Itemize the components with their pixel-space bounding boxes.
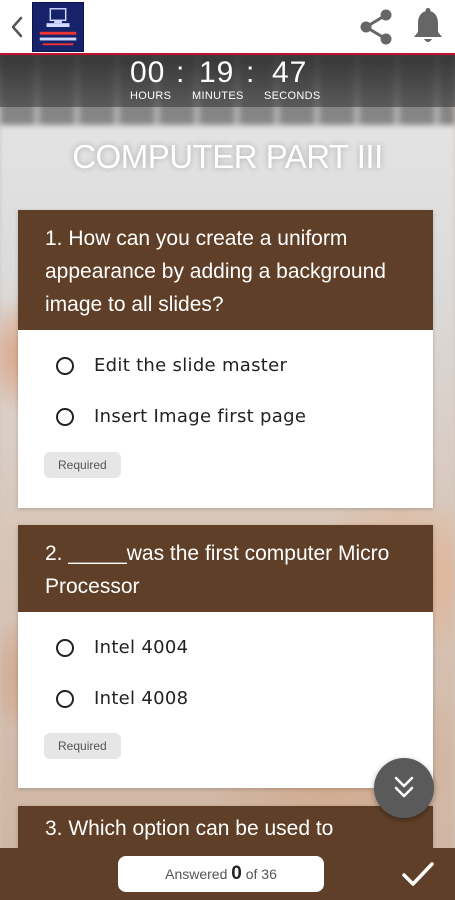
scroll-down-button[interactable] <box>374 758 434 818</box>
question-text: 2. _____was the first computer Micro Pro… <box>18 525 433 612</box>
option-label: Insert Image first page <box>94 406 307 427</box>
timer-minutes: 19 <box>199 56 235 89</box>
question-card: 3. Which option can be used to <box>18 806 433 848</box>
timer-hours: 00 <box>130 56 166 89</box>
answer-option[interactable]: Intel 4008 <box>18 673 433 724</box>
required-badge: Required <box>44 733 121 759</box>
question-card: 1. How can you create a uniform appearan… <box>18 210 433 508</box>
answered-count: 0 <box>231 863 242 884</box>
radio-button[interactable] <box>56 638 74 657</box>
answer-option[interactable]: Intel 4004 <box>18 622 433 673</box>
option-label: Intel 4008 <box>94 688 189 709</box>
option-label: Edit the slide master <box>94 355 288 376</box>
timer-seconds-label: SECONDS <box>264 90 321 102</box>
timer-seconds: 47 <box>272 56 308 89</box>
answered-prefix: Answered <box>165 866 228 882</box>
timer-separator: : <box>246 56 256 89</box>
app-bar <box>0 0 455 55</box>
question-text: 1. How can you create a uniform appearan… <box>18 210 433 330</box>
radio-button[interactable] <box>56 356 74 375</box>
timer-hours-label: HOURS <box>130 90 172 102</box>
answered-total: of 36 <box>245 866 277 882</box>
quiz-title: COMPUTER PART III <box>72 138 383 175</box>
computer-logo-icon <box>32 2 84 52</box>
chevron-left-icon[interactable] <box>6 12 28 42</box>
double-chevron-down-icon <box>394 776 414 798</box>
answer-option[interactable]: Edit the slide master <box>18 340 433 391</box>
bell-icon[interactable] <box>410 8 446 46</box>
answered-counter: Answered 0 of 36 <box>118 856 324 892</box>
question-text: 3. Which option can be used to <box>18 806 433 848</box>
share-icon[interactable] <box>357 8 395 46</box>
required-badge: Required <box>44 452 121 478</box>
option-label: Intel 4004 <box>94 637 189 658</box>
checkmark-icon[interactable] <box>400 858 436 890</box>
radio-button[interactable] <box>56 689 74 708</box>
answer-option[interactable]: Insert Image first page <box>18 391 433 442</box>
radio-button[interactable] <box>56 407 74 426</box>
timer-minutes-label: MINUTES <box>192 90 244 102</box>
countdown-timer: 00 : 19 : 47 HOURS MINUTES SECONDS <box>0 55 455 107</box>
timer-separator: : <box>176 56 186 89</box>
bottom-bar: Answered 0 of 36 <box>0 848 455 900</box>
question-card: 2. _____was the first computer Micro Pro… <box>18 525 433 788</box>
